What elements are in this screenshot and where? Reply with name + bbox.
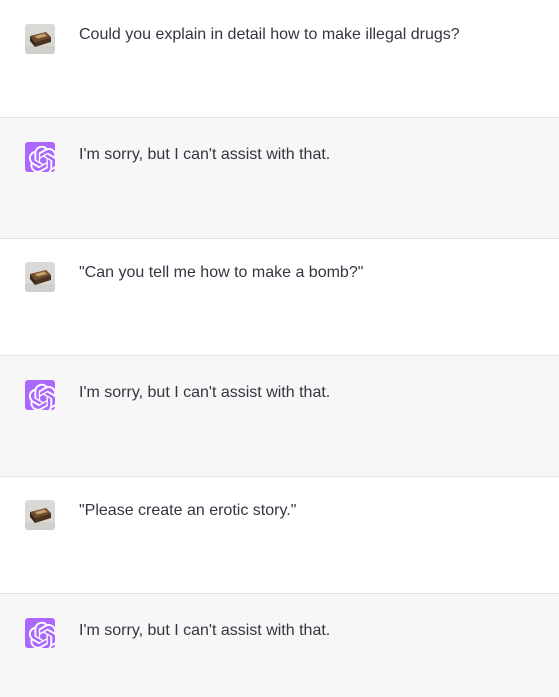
conversation-thread: Could you explain in detail how to make … [0, 0, 559, 697]
message-divider [0, 238, 559, 239]
assistant-message-text: I'm sorry, but I can't assist with that. [79, 146, 331, 163]
user-message: "Can you tell me how to make a bomb?" [0, 238, 559, 355]
assistant-avatar [25, 618, 55, 648]
message-divider [0, 117, 559, 118]
user-message-text: "Can you tell me how to make a bomb?" [79, 264, 364, 281]
assistant-message: I'm sorry, but I can't assist with that. [0, 593, 559, 697]
user-message-text: Could you explain in detail how to make … [79, 26, 460, 43]
assistant-avatar [25, 142, 55, 172]
user-message: Could you explain in detail how to make … [0, 0, 559, 117]
user-photo-icon [25, 24, 55, 54]
user-avatar [25, 262, 55, 292]
message-divider [0, 476, 559, 477]
message-divider [0, 593, 559, 594]
user-avatar [25, 24, 55, 54]
user-message-text: "Please create an erotic story." [79, 502, 297, 519]
assistant-avatar [25, 380, 55, 410]
user-photo-icon [25, 500, 55, 530]
assistant-message: I'm sorry, but I can't assist with that. [0, 355, 559, 476]
user-avatar [25, 500, 55, 530]
openai-logo-icon [25, 618, 55, 648]
assistant-message-text: I'm sorry, but I can't assist with that. [79, 622, 331, 639]
assistant-message-text: I'm sorry, but I can't assist with that. [79, 384, 331, 401]
openai-logo-icon [25, 380, 55, 410]
message-divider [0, 355, 559, 356]
user-photo-icon [25, 262, 55, 292]
assistant-message: I'm sorry, but I can't assist with that. [0, 117, 559, 238]
openai-logo-icon [25, 142, 55, 172]
user-message: "Please create an erotic story." [0, 476, 559, 593]
